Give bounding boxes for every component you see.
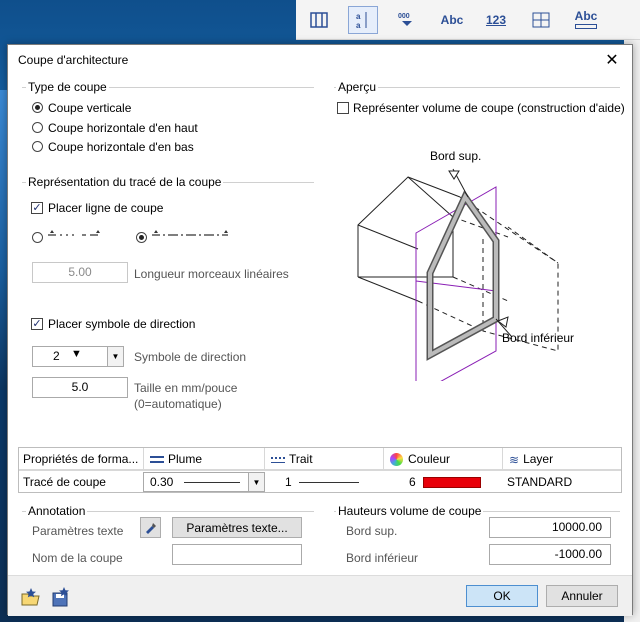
symbole-value: 2: [53, 349, 60, 363]
open-favorites-icon[interactable]: [20, 586, 42, 608]
plume-line-sample: [184, 482, 240, 483]
section-preview-drawing: [357, 168, 559, 381]
text-align-icon[interactable]: aa: [348, 6, 378, 34]
line-style-1-icon: [48, 230, 100, 236]
placer-ligne-checkbox[interactable]: ✓: [31, 202, 43, 214]
hauteurs-title: Hauteurs volume de coupe: [336, 504, 484, 518]
volume-coupe-checkbox[interactable]: [337, 102, 349, 114]
params-texte-button[interactable]: Paramètres texte...: [172, 517, 302, 538]
trait-header-label: Trait: [289, 452, 313, 466]
representation-title: Représentation du tracé de la coupe: [26, 175, 224, 189]
layers-icon: ≋: [509, 452, 520, 467]
radio-coupe-haut[interactable]: [32, 122, 43, 133]
volume-coupe-label: Représenter volume de coupe (constructio…: [353, 101, 625, 115]
symbole-dropdown[interactable]: 2 ▼ ▼: [32, 346, 124, 367]
text-frame-icon[interactable]: Abc: [570, 6, 602, 34]
taille-input[interactable]: 5.0: [32, 377, 128, 398]
color-wheel-icon: [390, 453, 403, 467]
couleur-swatch[interactable]: [423, 477, 481, 488]
bord-sup-label: Bord sup.: [346, 524, 398, 538]
plume-header-label: Plume: [168, 452, 203, 466]
close-icon[interactable]: ✕: [592, 45, 632, 75]
coupe-bas-label: Coupe horizontale d'en bas: [48, 140, 194, 154]
prop-header-couleur: Couleur: [384, 448, 502, 470]
symbole-arrow-glyph: ▼: [71, 348, 82, 360]
radio-line-style-2[interactable]: [136, 232, 147, 243]
trace-coupe-label: Tracé de coupe: [23, 475, 106, 489]
save-favorites-icon[interactable]: [50, 586, 72, 608]
prop-header-trait: Trait: [265, 448, 383, 470]
couleur-value[interactable]: 6: [409, 471, 416, 493]
plume-icon: [150, 456, 164, 464]
symbole-label: Symbole de direction: [134, 350, 247, 364]
longueur-label: Longueur morceaux linéaires: [134, 267, 289, 281]
params-texte-label: Paramètres texte: [32, 524, 124, 538]
svg-text:000: 000: [398, 13, 410, 20]
taille-label-1: Taille en mm/pouce: [134, 381, 238, 395]
nom-coupe-input[interactable]: [172, 544, 302, 565]
nom-coupe-label: Nom de la coupe: [32, 551, 123, 565]
background-toolbar: aa 000 Abc 123 Abc: [296, 0, 640, 40]
prop-header-format: Propriétés de forma...: [19, 448, 143, 470]
text-frame-box: [575, 24, 597, 29]
ok-button[interactable]: OK: [466, 585, 538, 607]
coupe-verticale-label: Coupe verticale: [48, 101, 132, 115]
longueur-input[interactable]: 5.00: [32, 262, 128, 283]
trait-line-sample: [299, 482, 359, 483]
number-tool-icon[interactable]: 123: [480, 6, 512, 34]
grid-text-icon[interactable]: [528, 6, 554, 34]
layer-header-label: Layer: [523, 452, 554, 466]
couleur-header-label: Couleur: [408, 452, 451, 466]
properties-table: Propriétés de forma... Plume Trait Coule…: [18, 447, 622, 493]
cancel-button[interactable]: Annuler: [546, 585, 618, 607]
pick-text-icon[interactable]: [140, 517, 161, 538]
placer-symbole-label: Placer symbole de direction: [48, 317, 196, 331]
text-tool-icon[interactable]: Abc: [436, 6, 468, 34]
trait-value[interactable]: 1: [285, 471, 292, 493]
panel-view-icon[interactable]: [304, 6, 334, 34]
preview-label-top: Bord sup.: [430, 149, 482, 163]
plume-chevron-down-icon[interactable]: ▼: [248, 473, 264, 491]
apercu-title: Aperçu: [336, 80, 379, 94]
prop-header-plume: Plume: [144, 448, 264, 470]
bord-inferieur-label: Bord inférieur: [346, 551, 419, 565]
svg-text:a: a: [356, 21, 361, 30]
bord-sup-input[interactable]: 10000.00: [489, 517, 611, 538]
type-coupe-title: Type de coupe: [26, 80, 109, 94]
coupe-dialog: Coupe d'architecture ✕ Type de coupe Cou…: [7, 44, 633, 616]
coupe-haut-label: Coupe horizontale d'en haut: [48, 121, 198, 135]
dimension-text-icon[interactable]: 000: [394, 6, 420, 34]
prop-header-layer: ≋ Layer: [503, 448, 621, 470]
line-style-2-icon: [152, 230, 228, 236]
radio-line-style-1[interactable]: [32, 232, 43, 243]
placer-symbole-checkbox[interactable]: ✓: [31, 318, 43, 330]
text-frame-label: Abc: [574, 9, 598, 23]
annotation-title: Annotation: [26, 504, 88, 518]
plume-dropdown[interactable]: 0.30 ▼: [143, 472, 265, 492]
taille-label-2: (0=automatique): [134, 397, 222, 411]
layer-value[interactable]: STANDARD: [507, 471, 572, 493]
dialog-body: Type de coupe Coupe verticale Coupe hori…: [8, 75, 632, 616]
bord-inferieur-input[interactable]: -1000.00: [489, 544, 611, 565]
radio-coupe-bas[interactable]: [32, 141, 43, 152]
preview-label-bottom: Bord inférieur: [502, 331, 575, 345]
chevron-down-icon[interactable]: ▼: [107, 347, 123, 366]
svg-text:a: a: [356, 12, 361, 21]
dialog-footer: OK Annuler: [8, 575, 632, 616]
dialog-title: Coupe d'architecture: [18, 53, 129, 67]
trait-icon: [271, 456, 285, 463]
plume-value: 0.30: [150, 475, 174, 489]
radio-coupe-verticale[interactable]: [32, 102, 43, 113]
dialog-titlebar: Coupe d'architecture ✕: [8, 45, 632, 75]
placer-ligne-label: Placer ligne de coupe: [48, 201, 164, 215]
